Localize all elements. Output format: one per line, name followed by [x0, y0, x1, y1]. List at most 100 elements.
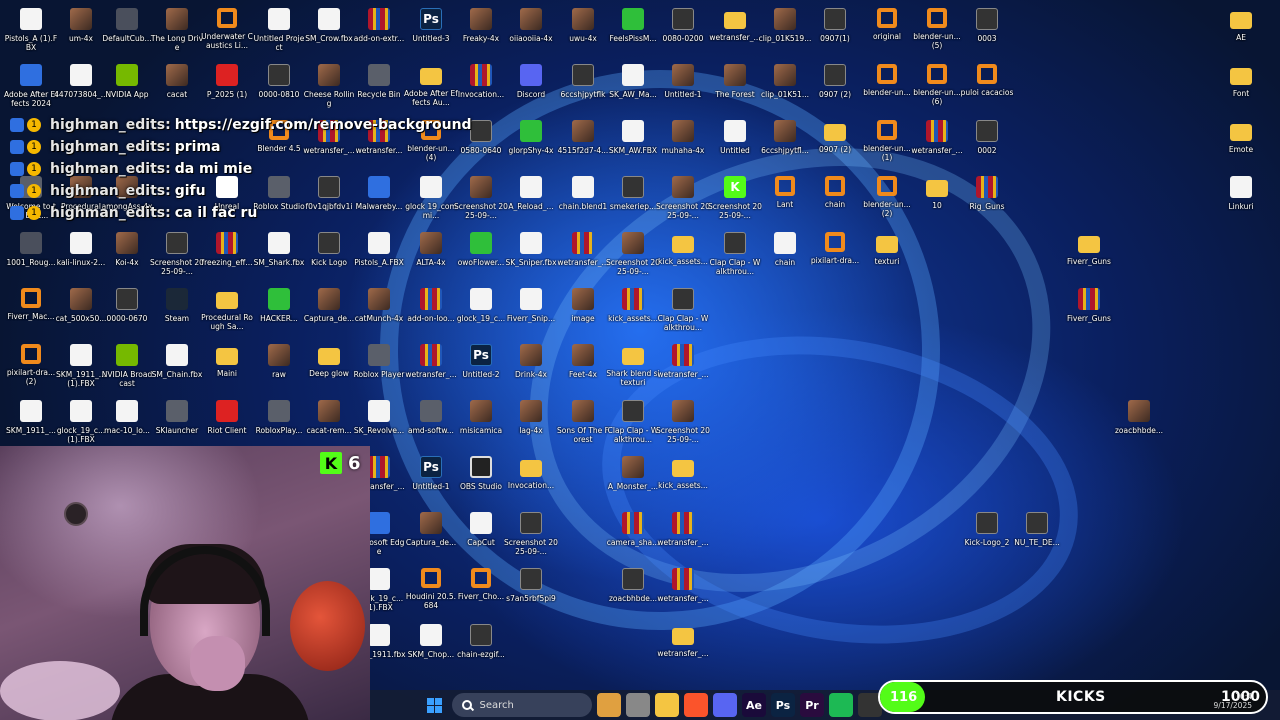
desktop-icon[interactable]: Deep glow: [302, 340, 356, 392]
desktop-icon[interactable]: SM_Chain.fbx: [150, 340, 204, 392]
desktop-icon[interactable]: Captura_de...: [404, 508, 458, 560]
desktop-icon[interactable]: 4515f2d7-4...: [556, 116, 610, 168]
desktop-icon[interactable]: Screenshot 2025-09-...: [656, 396, 710, 448]
desktop-icon[interactable]: Sons Of The Forest: [556, 396, 610, 448]
desktop-icon[interactable]: clip_01K519...: [758, 4, 812, 56]
desktop-icon[interactable]: Drink-4x: [504, 340, 558, 392]
taskbar-clock[interactable]: 10:4 9/17/2025: [1212, 692, 1252, 710]
desktop-icon[interactable]: SM_Crow.fbx: [302, 4, 356, 56]
desktop-icon[interactable]: glorpShy-4x: [504, 116, 558, 168]
desktop-icon[interactable]: blender-un... (1): [860, 116, 914, 168]
desktop-icon[interactable]: chain: [808, 172, 862, 224]
desktop-icon[interactable]: lag-4x: [504, 396, 558, 448]
desktop-icon[interactable]: Riot Client: [200, 396, 254, 448]
desktop-icon[interactable]: chain.blend1: [556, 172, 610, 224]
desktop-icon[interactable]: Font: [1214, 60, 1268, 112]
desktop-icon[interactable]: uwu-4x: [556, 4, 610, 56]
task-view-icon[interactable]: [626, 693, 650, 717]
desktop-icon[interactable]: Screenshot 2025-09-...: [606, 228, 660, 280]
desktop-icon[interactable]: add-on-extr...: [352, 4, 406, 56]
desktop-icon[interactable]: 0003: [960, 4, 1014, 56]
desktop-icon[interactable]: CapCut: [454, 508, 508, 560]
desktop-icon[interactable]: glock_19_c...: [454, 284, 508, 336]
desktop-icon[interactable]: chain: [758, 228, 812, 280]
desktop-icon[interactable]: wetransfer_...: [910, 116, 964, 168]
desktop-icon[interactable]: Captura_de...: [302, 284, 356, 336]
desktop-icon[interactable]: cacat-rem...: [302, 396, 356, 448]
desktop-icon[interactable]: Procedural Rough Sa...: [200, 284, 254, 336]
desktop-icon[interactable]: Discord: [504, 60, 558, 112]
desktop-icon[interactable]: 0080-0200: [656, 4, 710, 56]
desktop-icon[interactable]: wetransfer_...: [556, 228, 610, 280]
desktop-icon[interactable]: Untitled: [708, 116, 762, 168]
desktop-icon[interactable]: Pistols_A.FBX: [352, 228, 406, 280]
desktop-icon[interactable]: Adobe After Effects Au...: [404, 60, 458, 112]
desktop-icon[interactable]: wetransfer_...: [656, 564, 710, 616]
desktop-icon[interactable]: freezing_eff...: [200, 228, 254, 280]
desktop-icon[interactable]: misicamica: [454, 396, 508, 448]
desktop-icon[interactable]: 6ccshjpytfl...: [758, 116, 812, 168]
desktop-icon[interactable]: K Screenshot 2025-09-...: [708, 172, 762, 224]
desktop-icon[interactable]: Lant: [758, 172, 812, 224]
photoshop-icon[interactable]: Ps: [771, 693, 795, 717]
desktop-icon[interactable]: Fiverr_Guns: [1062, 228, 1116, 280]
desktop-icon[interactable]: raw: [252, 340, 306, 392]
desktop-icon[interactable]: Feet-4x: [556, 340, 610, 392]
desktop-icon[interactable]: kick_assets...: [656, 452, 710, 504]
desktop-icon[interactable]: Fiverr_Mac...: [4, 284, 58, 336]
desktop-icon[interactable]: Invocation...: [454, 60, 508, 112]
desktop-icon[interactable]: catMunch-4x: [352, 284, 406, 336]
desktop-icon[interactable]: The Forest: [708, 60, 762, 112]
desktop-icon[interactable]: Recycle Bin: [352, 60, 406, 112]
desktop-icon[interactable]: Emote: [1214, 116, 1268, 168]
after-effects-icon[interactable]: Ae: [742, 693, 766, 717]
desktop-icon[interactable]: A_Monster_...: [606, 452, 660, 504]
desktop-icon[interactable]: wetransfer_...: [656, 620, 710, 672]
desktop-icon[interactable]: kick_assets...: [656, 228, 710, 280]
desktop-icon[interactable]: Clap Clap - Walkthrou...: [708, 228, 762, 280]
desktop-icon[interactable]: SKM_Chop...: [404, 620, 458, 672]
brave-icon[interactable]: [684, 693, 708, 717]
desktop-icon[interactable]: P_2025 (1): [200, 60, 254, 112]
desktop-icon[interactable]: blender-un... (5): [910, 4, 964, 56]
desktop-icon[interactable]: Fiverr_Guns: [1062, 284, 1116, 336]
desktop-icon[interactable]: kick_assets...: [606, 284, 660, 336]
desktop-icon[interactable]: Rig_Guns: [960, 172, 1014, 224]
desktop-icon[interactable]: SKM_AW.FBX: [606, 116, 660, 168]
desktop-icon[interactable]: texturi: [860, 228, 914, 280]
desktop-icon[interactable]: puloi cacacios: [960, 60, 1014, 112]
desktop-icon[interactable]: wetransfer_...: [656, 508, 710, 560]
desktop-icon[interactable]: oiiaooiia-4x: [504, 4, 558, 56]
desktop-icon[interactable]: original: [860, 4, 914, 56]
desktop-icon[interactable]: 10: [910, 172, 964, 224]
desktop-icon[interactable]: 6ccshjpytflk: [556, 60, 610, 112]
desktop-icon[interactable]: zoacbhbde...: [606, 564, 660, 616]
desktop-icon[interactable]: wetransfer_...: [656, 340, 710, 392]
desktop-icon[interactable]: pixilart-dra... (2): [4, 340, 58, 392]
desktop-icon[interactable]: mac-10_lo...: [100, 396, 154, 448]
desktop-icon[interactable]: Screenshot 2025-09-...: [656, 172, 710, 224]
desktop-icon[interactable]: Ps Untitled-1: [404, 452, 458, 504]
desktop-icon[interactable]: Freaky-4x: [454, 4, 508, 56]
premiere-icon[interactable]: Pr: [800, 693, 824, 717]
desktop-icon[interactable]: s7an5rbf5pi9: [504, 564, 558, 616]
desktop-icon[interactable]: muhaha-4x: [656, 116, 710, 168]
desktop-icon[interactable]: 0000-0670: [100, 284, 154, 336]
desktop-icon[interactable]: Fiverr_Cho...: [454, 564, 508, 616]
desktop-icon[interactable]: 1001_Roug...: [4, 228, 58, 280]
desktop-icon[interactable]: Linkuri: [1214, 172, 1268, 224]
desktop-icon[interactable]: 0002: [960, 116, 1014, 168]
desktop-icon[interactable]: DefaultCub...: [100, 4, 154, 56]
desktop-icon[interactable]: blender-un...: [860, 60, 914, 112]
desktop-icon[interactable]: Untitled-1: [656, 60, 710, 112]
desktop-icon[interactable]: SM_Shark.fbx: [252, 228, 306, 280]
desktop-icon[interactable]: blender-un... (2): [860, 172, 914, 224]
desktop-icon[interactable]: Underwater Caustics Li...: [200, 4, 254, 56]
desktop-icon[interactable]: SKlauncher: [150, 396, 204, 448]
desktop-icon[interactable]: Ps Untitled-2: [454, 340, 508, 392]
widgets-icon[interactable]: [597, 693, 621, 717]
desktop-icon[interactable]: FeelsPissM...: [606, 4, 660, 56]
desktop-icon[interactable]: 0000-0810: [252, 60, 306, 112]
desktop-icon[interactable]: Houdini 20.5.684: [404, 564, 458, 616]
desktop-icon[interactable]: Pistols_A (1).FBX: [4, 4, 58, 56]
